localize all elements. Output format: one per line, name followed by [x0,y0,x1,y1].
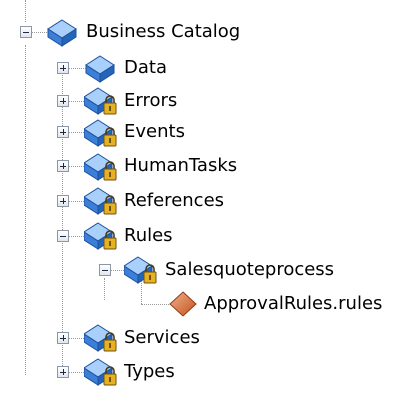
collapse-toggle[interactable] [99,264,111,276]
tree-node-label: Business Catalog [86,21,241,42]
locked-package-icon [84,87,117,115]
tree-node-label: Data [124,57,167,78]
locked-package-icon [84,222,117,250]
expand-toggle[interactable] [57,95,69,107]
locked-package-icon [84,187,117,215]
tree-node-label: Events [124,121,185,142]
tree-node-label: Types [124,361,175,382]
tree-line [25,0,26,22]
expand-toggle[interactable] [57,332,69,344]
locked-package-icon [84,358,117,386]
locked-package-icon [84,119,117,147]
tree-line [62,68,63,370]
expand-toggle[interactable] [57,160,69,172]
collapse-toggle[interactable] [20,26,32,38]
package-icon [47,19,77,47]
locked-package-icon [124,256,157,284]
expand-toggle[interactable] [57,366,69,378]
package-icon [85,55,115,83]
expand-toggle[interactable] [57,195,69,207]
locked-package-icon [84,153,117,181]
business-catalog-tree: Business Catalog Data Errors Events Huma… [0,0,400,396]
rules-file-icon [169,291,197,317]
tree-node-label: HumanTasks [124,155,238,176]
tree-line [104,278,105,300]
tree-line [25,45,26,375]
tree-node-label: Errors [124,90,178,111]
tree-node-label: Services [124,327,200,348]
tree-node-label: ApprovalRules.rules [204,293,383,314]
expand-toggle[interactable] [57,62,69,74]
locked-package-icon [84,324,117,352]
tree-node-label: References [124,190,225,211]
collapse-toggle[interactable] [57,230,69,242]
expand-toggle[interactable] [57,126,69,138]
tree-node-label: Salesquoteprocess [165,259,335,280]
tree-node-label: Rules [124,225,173,246]
